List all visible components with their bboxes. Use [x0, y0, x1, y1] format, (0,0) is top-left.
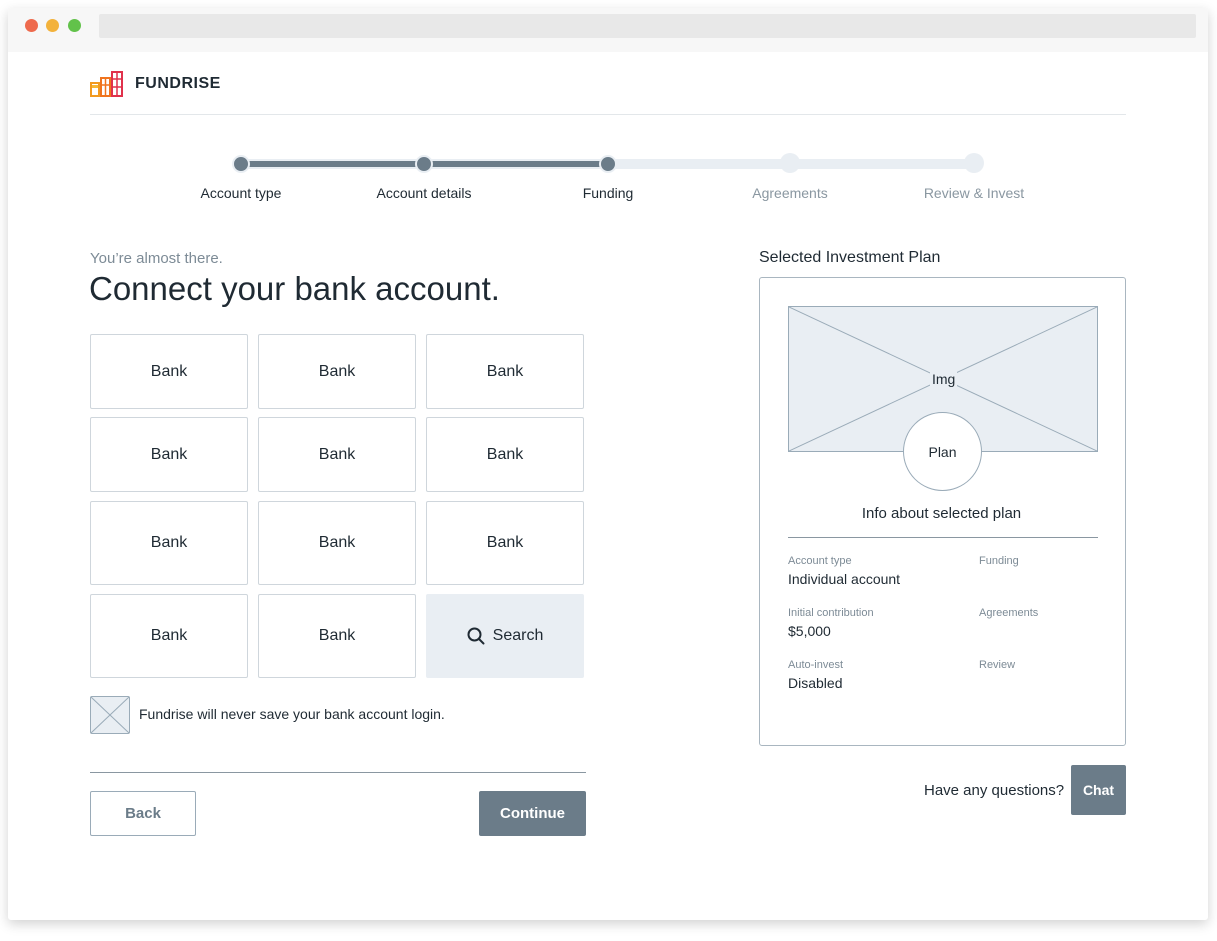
bank-label: Bank	[150, 362, 188, 380]
security-image-placeholder	[90, 696, 130, 734]
bank-label: Bank	[318, 534, 356, 551]
close-window-button[interactable]	[25, 19, 38, 32]
auto-invest-value: Disabled	[788, 675, 843, 691]
bank-tile[interactable]: Bank	[90, 501, 248, 585]
auto-invest-label: Auto-invest	[788, 659, 844, 671]
step-dot-1	[232, 155, 250, 173]
account-type-label: Account type	[788, 555, 852, 567]
security-notice: Fundrise will never save your bank accou…	[139, 706, 445, 722]
logo-text: FUNDRISE	[135, 75, 221, 92]
back-button[interactable]: Back	[90, 791, 196, 836]
step-dot-3	[599, 155, 617, 173]
initial-contribution-label: Initial contribution	[788, 607, 874, 619]
funding-label: Funding	[979, 555, 1019, 567]
questions-text: Have any questions?	[924, 782, 1065, 799]
bank-tile[interactable]: Bank	[90, 594, 248, 678]
bank-tile[interactable]: Bank	[90, 334, 248, 409]
bank-tile[interactable]: Bank	[258, 501, 416, 585]
bank-tile[interactable]: Bank	[258, 334, 416, 409]
bank-tile[interactable]: Bank	[426, 334, 584, 409]
bank-label: Bank	[150, 445, 188, 463]
agreements-label: Agreements	[979, 607, 1039, 619]
panel-title: Selected Investment Plan	[759, 249, 941, 266]
placeholder-icon	[90, 696, 130, 734]
plan-label: Plan	[928, 443, 957, 460]
initial-contribution-value: $5,000	[788, 623, 831, 639]
image-label: Img	[930, 371, 958, 387]
header-divider	[90, 114, 1126, 115]
plan-info-text: Info about selected plan	[861, 505, 1022, 522]
bank-label: Bank	[486, 362, 524, 380]
step-dot-4	[780, 153, 800, 173]
bank-tile[interactable]: Bank	[426, 501, 584, 585]
eyebrow-text: You’re almost there.	[90, 250, 223, 267]
page-title: Connect your bank account.	[89, 270, 500, 307]
bank-label: Bank	[486, 445, 524, 463]
search-icon	[467, 627, 485, 645]
browser-window: FUNDRISE Account type Account details Fund…	[8, 8, 1208, 920]
step-dot-5	[964, 153, 984, 173]
bank-label: Bank	[486, 534, 524, 551]
address-bar[interactable]	[99, 14, 1196, 38]
bank-label: Bank	[318, 362, 356, 380]
step-label-1: Account type	[200, 185, 282, 201]
bank-label: Bank	[318, 445, 356, 463]
account-type-value: Individual account	[788, 571, 901, 587]
review-label: Review	[979, 659, 1016, 671]
bank-label: Bank	[150, 627, 188, 644]
window-titlebar	[8, 8, 1208, 52]
footer-divider	[90, 772, 586, 773]
chat-button[interactable]: Chat	[1071, 765, 1126, 815]
bank-label: Bank	[318, 627, 356, 644]
search-label: Search	[492, 627, 544, 644]
fundrise-logo[interactable]: FUNDRISE	[90, 71, 221, 97]
step-label-2: Account details	[376, 185, 472, 201]
step-label-5: Review & Invest	[923, 185, 1025, 201]
step-label-3: Funding	[582, 185, 634, 201]
step-dot-2	[415, 155, 433, 173]
maximize-window-button[interactable]	[68, 19, 81, 32]
step-label-4: Agreements	[752, 185, 828, 201]
bank-search-button[interactable]: Search	[426, 594, 584, 678]
bank-tile[interactable]: Bank	[90, 417, 248, 492]
plan-badge: Plan	[903, 412, 982, 491]
bank-label: Bank	[150, 534, 188, 551]
bank-tile[interactable]: Bank	[258, 417, 416, 492]
bank-tile[interactable]: Bank	[426, 417, 584, 492]
bank-tile[interactable]: Bank	[258, 594, 416, 678]
continue-button[interactable]: Continue	[479, 791, 586, 836]
minimize-window-button[interactable]	[46, 19, 59, 32]
logo-buildings-icon	[90, 71, 123, 97]
panel-divider	[788, 537, 1098, 538]
